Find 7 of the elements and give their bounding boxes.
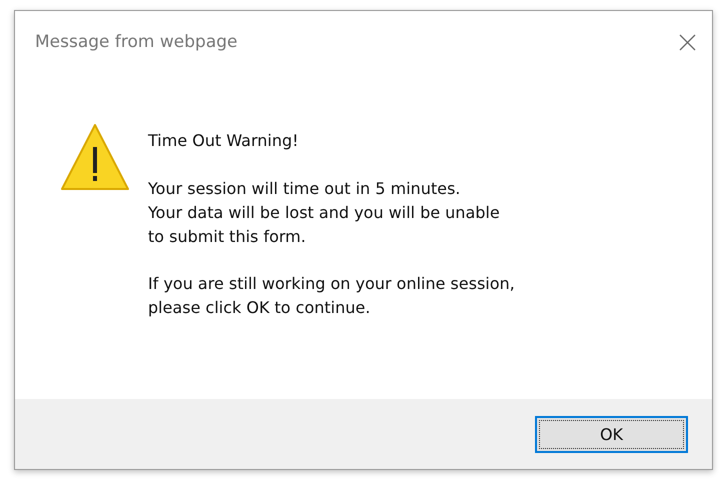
close-icon[interactable]: [679, 34, 696, 50]
warning-icon: [60, 123, 130, 191]
message-paragraph: If you are still working on your online session, please click OK to continue.: [148, 273, 515, 319]
message-paragraph: Your session will time out in 5 minutes. Your data will be lost and you will be unable to submit this form.: [148, 178, 501, 248]
window-title: Message from webpage: [35, 32, 238, 52]
warning-heading: Time Out Warning!: [148, 130, 300, 152]
ok-button[interactable]: OK: [535, 416, 688, 452]
